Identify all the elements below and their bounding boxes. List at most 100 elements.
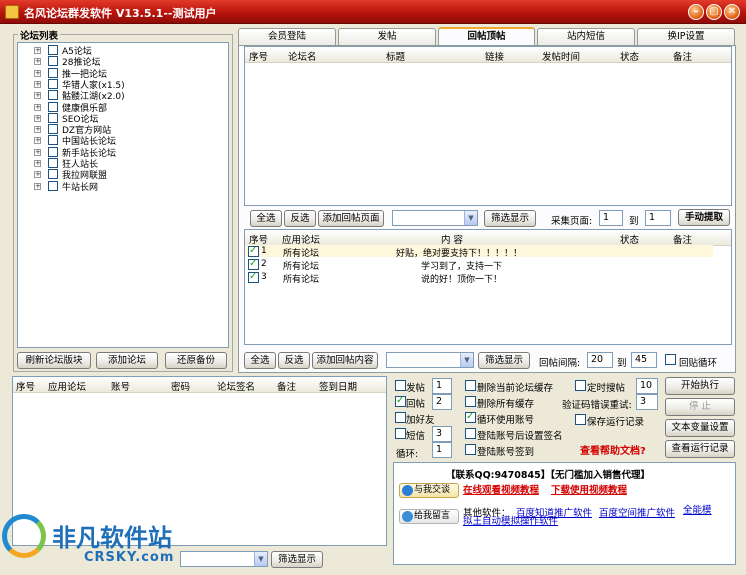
expand-icon[interactable]: + [34,103,41,111]
forum-checkbox[interactable] [48,124,58,135]
checkin-checkbox[interactable] [465,444,476,455]
reply-content-header: 序号 应用论坛 内 容 状态 备注 [245,230,731,246]
forum-checkbox[interactable] [48,101,58,112]
loop-account-checkbox[interactable] [465,411,476,423]
col-header: 发帖时间 [542,52,581,63]
post-checkbox[interactable] [395,380,406,391]
table-row[interactable]: 1 所有论坛 好贴，绝对要支持下！！！！！ [246,245,712,259]
reply-interval-label: 回帖间隔: [539,358,581,369]
select-all-button[interactable]: 全选 [250,210,282,227]
content-filter-select[interactable]: ▼ [386,352,474,368]
forum-checkbox[interactable] [48,112,58,123]
forum-checkbox[interactable] [48,180,58,191]
add-friend-checkbox[interactable] [395,412,406,423]
add-forum-button[interactable]: 添加论坛 [96,352,158,369]
tab-member-login[interactable]: 会员登陆 [238,28,336,45]
tab-reply[interactable]: 回帖顶帖 [438,27,535,46]
expand-icon[interactable]: + [34,58,41,66]
col-header: 标题 [386,52,406,63]
expand-icon[interactable]: + [34,47,41,54]
post-list-header: 序号 论坛名 标题 链接 发帖时间 状态 备注 [245,47,731,63]
row-checkbox[interactable] [248,258,259,270]
set-signature-checkbox[interactable] [465,428,476,439]
timed-value-input[interactable]: 10 [636,378,658,394]
expand-icon[interactable]: + [34,171,41,179]
expand-icon[interactable]: + [34,148,41,156]
loop-reply-checkbox[interactable] [665,354,676,365]
forum-tree[interactable]: + A5论坛 +28推论坛 + 推一把论坛 + 华错人家(x1.5) + 骷髅江湖(x2.0) +… [17,42,229,348]
expand-icon[interactable]: + [34,137,41,145]
expand-icon[interactable]: + [34,69,41,77]
forum-filter-select[interactable]: ▼ [392,210,478,226]
view-run-log-button[interactable]: 查看运行记录 [665,440,735,458]
expand-icon[interactable]: + [34,92,41,100]
invert-selection-button-2[interactable]: 反选 [278,352,310,369]
filter-display-button[interactable]: 筛选显示 [484,210,536,227]
tab-ip-settings[interactable]: 换IP设置 [637,28,735,45]
page-from-input[interactable]: 1 [599,210,623,226]
col-header: 论坛签名 [217,382,256,393]
forum-checkbox[interactable] [48,135,58,146]
add-reply-content-button[interactable]: 添加回帖内容 [312,352,378,369]
loop-count-input[interactable]: 1 [432,442,452,458]
forum-checkbox[interactable] [48,45,58,55]
captcha-retry-input[interactable]: 3 [636,394,658,410]
leave-message-button[interactable]: 给我留言 [399,509,459,524]
filter-display-button-2[interactable]: 筛选显示 [478,352,530,369]
account-filter-select[interactable]: ▼ [180,551,268,567]
row-checkbox[interactable] [248,271,259,283]
page-to-input[interactable]: 1 [645,210,671,226]
select-all-button-2[interactable]: 全选 [244,352,276,369]
stop-button[interactable]: 停 止 [665,398,735,416]
forum-checkbox[interactable] [48,158,58,168]
account-filter-button[interactable]: 筛选显示 [271,551,323,568]
expand-icon[interactable]: + [34,182,41,190]
expand-icon[interactable]: + [34,160,41,167]
row-checkbox[interactable] [248,245,259,257]
forum-checkbox[interactable] [48,78,58,89]
expand-icon[interactable]: + [34,80,41,88]
restore-backup-button[interactable]: 还原备份 [165,352,227,369]
download-video-link[interactable]: 下载使用视频教程 [551,482,627,496]
close-button[interactable]: ✕ [724,4,740,20]
chat-button[interactable]: 与我交谈 [399,483,459,498]
to-label: 到 [629,216,639,227]
del-current-cache-checkbox[interactable] [465,380,476,391]
interval-to-input[interactable]: 45 [631,352,657,368]
refresh-forum-sections-button[interactable]: 刷新论坛版块 [17,352,91,369]
minimize-button[interactable]: – [688,4,704,20]
post-list-table[interactable] [244,46,732,206]
reply-checkbox[interactable] [395,395,406,407]
forum-checkbox[interactable] [48,56,58,67]
col-header: 备注 [673,235,693,246]
watch-video-link[interactable]: 在线观看视频教程 [463,482,539,496]
start-button[interactable]: 开始执行 [665,377,735,395]
qq-penguin-icon [402,485,413,496]
text-variable-settings-button[interactable]: 文本变量设置 [665,419,735,437]
interval-from-input[interactable]: 20 [587,352,613,368]
table-row[interactable]: 3 所有论坛 说的好！顶你一下！ [246,271,712,285]
sms-checkbox[interactable] [395,428,406,439]
add-reply-page-button[interactable]: 添加回帖页面 [318,210,384,227]
manual-fetch-button[interactable]: 手动提取 [678,209,730,226]
invert-selection-button[interactable]: 反选 [284,210,316,227]
col-header: 论坛名 [288,52,317,63]
del-all-cache-checkbox[interactable] [465,396,476,407]
reply-count-input[interactable]: 2 [432,394,452,410]
tab-site-message[interactable]: 站内短信 [537,28,635,45]
forum-checkbox[interactable] [48,90,58,101]
expand-icon[interactable]: + [34,126,41,134]
table-row[interactable]: 2 所有论坛 学习到了，支持一下 [246,258,712,272]
save-log-checkbox[interactable] [575,414,586,425]
forum-checkbox[interactable] [48,67,58,78]
timed-post-checkbox[interactable] [575,380,586,391]
help-doc-link[interactable]: 查看帮助文档? [580,442,646,457]
forum-checkbox[interactable] [48,146,58,157]
maximize-button[interactable]: ▢ [706,4,722,20]
expand-icon[interactable]: + [34,114,41,122]
post-count-input[interactable]: 1 [432,378,452,394]
forum-checkbox[interactable] [48,169,58,180]
sms-count-input[interactable]: 3 [432,426,452,442]
software-link-3[interactable]: 全能模拟王自动模拟操作软件 [463,505,713,527]
tab-post[interactable]: 发帖 [338,28,436,45]
